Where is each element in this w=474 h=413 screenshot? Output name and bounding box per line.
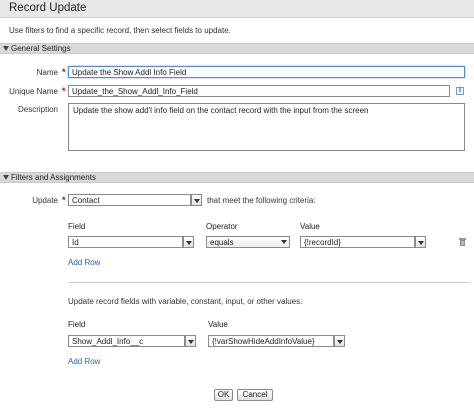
- filter-field-input[interactable]: Id: [68, 236, 183, 248]
- chevron-down-icon[interactable]: [185, 335, 196, 347]
- object-input[interactable]: Contact: [68, 194, 191, 206]
- dialog-title: Record Update: [9, 2, 87, 14]
- filter-field-header: Field: [68, 222, 86, 231]
- chevron-down-icon[interactable]: [191, 194, 202, 206]
- update-label: Update: [32, 196, 58, 205]
- assign-field-header: Field: [68, 320, 86, 329]
- unique-name-label: Unique Name: [9, 87, 58, 96]
- chevron-down-icon: [279, 237, 289, 247]
- filter-add-row-link[interactable]: Add Row: [68, 258, 100, 267]
- collapse-triangle-icon[interactable]: [3, 46, 9, 51]
- filter-operator-value: equals: [210, 238, 234, 247]
- unique-name-input[interactable]: Update_the_Show_Addl_Info_Field: [68, 85, 450, 97]
- info-icon[interactable]: i: [456, 87, 464, 95]
- assign-add-row-link[interactable]: Add Row: [68, 357, 100, 366]
- cancel-button[interactable]: Cancel: [237, 389, 273, 401]
- ok-button[interactable]: OK: [214, 389, 233, 401]
- section-filters-assignments[interactable]: Filters and Assignments: [0, 172, 474, 183]
- description-textarea[interactable]: Update the show add'l info field on the …: [68, 103, 465, 151]
- delete-row-icon[interactable]: [459, 238, 466, 246]
- name-label: Name: [36, 68, 58, 77]
- required-asterisk-icon: *: [62, 86, 66, 96]
- required-asterisk-icon: *: [62, 67, 66, 77]
- filter-value-input[interactable]: {!recordId}: [300, 236, 415, 248]
- dialog-intro: Use filters to find a specific record, t…: [9, 26, 231, 35]
- dialog-header: Record Update: [0, 0, 474, 18]
- section-general-settings[interactable]: General Settings: [0, 43, 474, 54]
- chevron-down-icon[interactable]: [334, 335, 345, 347]
- filter-operator-header: Operator: [206, 222, 238, 231]
- assign-value-header: Value: [208, 320, 228, 329]
- description-label: Description: [17, 105, 58, 114]
- filter-value-combobox[interactable]: {!recordId}: [300, 236, 427, 248]
- chevron-down-icon[interactable]: [415, 236, 426, 248]
- chevron-down-icon[interactable]: [183, 236, 194, 248]
- assign-value-combobox[interactable]: {!varShowHideAddInfoValue}: [208, 335, 346, 347]
- section-label: Filters and Assignments: [11, 173, 96, 182]
- section-label: General Settings: [11, 44, 71, 53]
- object-combobox[interactable]: Contact: [68, 194, 203, 206]
- collapse-triangle-icon[interactable]: [3, 175, 9, 180]
- name-input[interactable]: Update the Show Addl Info Field: [68, 66, 465, 78]
- required-asterisk-icon: *: [62, 195, 66, 205]
- criteria-text: that meet the following criteria:: [207, 196, 316, 205]
- divider: [68, 282, 470, 283]
- assign-value-input[interactable]: {!varShowHideAddInfoValue}: [208, 335, 334, 347]
- filter-field-combobox[interactable]: Id: [68, 236, 195, 248]
- filter-operator-select[interactable]: equals: [206, 236, 290, 248]
- assignments-intro: Update record fields with variable, cons…: [68, 297, 303, 306]
- assign-field-combobox[interactable]: Show_Addl_Info__c: [68, 335, 197, 347]
- filter-value-header: Value: [300, 222, 320, 231]
- assign-field-input[interactable]: Show_Addl_Info__c: [68, 335, 185, 347]
